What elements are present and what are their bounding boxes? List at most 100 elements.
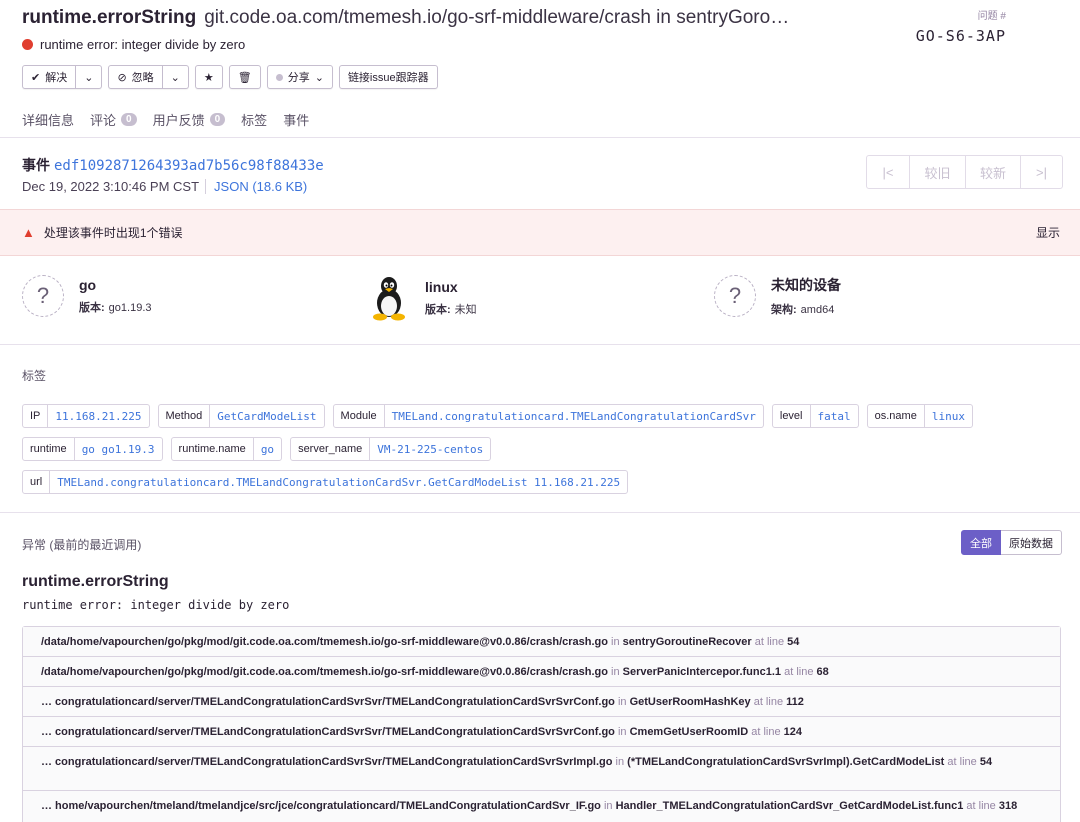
stack-frame[interactable]: … congratulationcard/server/TMELandCongr… [23,687,1060,717]
tab-details[interactable]: 详细信息 [22,110,74,129]
issue-number[interactable]: GO-S6-3AP [916,27,1006,45]
tab-label: 标签 [241,110,267,129]
tab-label: 评论 [90,110,116,129]
resolve-dropdown-button[interactable]: ⌄ [76,65,102,89]
tab-events[interactable]: 事件 [283,110,309,129]
frame-function: Handler_TMELandCongratulationCardSvr_Get… [616,800,964,812]
newer-event-button[interactable]: 较新 [966,156,1021,188]
frame-at: at line [751,726,780,738]
stack-frame[interactable]: /data/home/vapourchen/go/pkg/mod/git.cod… [23,627,1060,657]
tag-value[interactable]: GetCardModeList [210,405,323,427]
context-name: go [79,277,152,293]
tag-value[interactable]: go [254,438,281,460]
tab-label: 详细信息 [22,110,74,129]
question-icon: ? [22,275,64,317]
tag-server-name[interactable]: server_nameVM-21-225-centos [290,437,491,461]
resolve-button-group: ✔ 解决 ⌄ [22,65,102,89]
tag-key: Method [159,405,211,427]
link-issue-tracker-button[interactable]: 链接issue跟踪器 [339,65,438,89]
tag-runtime-name[interactable]: runtime.namego [171,437,283,461]
older-event-button[interactable]: 较旧 [910,156,966,188]
processing-error-text: 处理该事件时出现1个错误 [44,224,183,241]
frame-function: ServerPanicIntercepor.func1.1 [623,666,781,678]
event-date: Dec 19, 2022 3:10:46 PM CST [22,179,199,194]
issue-number-label: 问题 # [978,7,1006,22]
processing-error-banner: ▲ 处理该事件时出现1个错误 显示 [0,209,1080,256]
frame-file: /data/home/vapourchen/go/pkg/mod/git.cod… [41,636,608,648]
frame-in: in [611,666,620,678]
tag-key: url [23,471,50,493]
frame-line: 318 [999,800,1017,812]
view-raw-button[interactable]: 原始数据 [1001,530,1062,555]
resolve-label: 解决 [45,69,67,85]
tab-comments[interactable]: 评论0 [90,110,137,129]
bookmark-button[interactable]: ★ [195,65,223,89]
tag-value[interactable]: TMELand.congratulationcard.TMELandCongra… [385,405,763,427]
ignore-dropdown-button[interactable]: ⌄ [163,65,189,89]
check-icon: ✔ [31,71,40,84]
tag-value[interactable]: go go1.19.3 [75,438,162,460]
tag-value[interactable]: 11.168.21.225 [48,405,148,427]
tag-key: level [773,405,811,427]
tags-section-label: 标签 [22,367,46,384]
event-info: 事件edf1092871264393ad7b56c98f88433e Dec 1… [22,155,324,194]
frame-line: 112 [786,696,804,708]
context-key: 版本: [79,302,105,314]
first-event-button[interactable]: |< [867,156,910,188]
stack-frame[interactable]: /data/home/vapourchen/go/pkg/mod/git.cod… [23,657,1060,687]
tag-list: IP11.168.21.225 MethodGetCardModeList Mo… [22,404,1062,494]
divider [0,344,1080,345]
tag-runtime[interactable]: runtimego go1.19.3 [22,437,163,461]
count-badge: 0 [210,113,226,126]
view-all-button[interactable]: 全部 [961,530,1001,555]
tab-tags[interactable]: 标签 [241,110,267,129]
stack-frame[interactable]: … congratulationcard/server/TMELandCongr… [23,717,1060,747]
tag-key: runtime.name [172,438,254,460]
tag-os-name[interactable]: os.namelinux [867,404,973,428]
context-key: 架构: [771,304,797,316]
context-version: 版本:未知 [425,301,477,317]
tag-level[interactable]: levelfatal [772,404,859,428]
context-value: go1.19.3 [109,302,152,314]
tag-key: os.name [868,405,925,427]
tag-key: Module [334,405,385,427]
delete-button[interactable]: 🗑 [229,65,261,89]
exception-type: runtime.errorString [22,573,169,591]
chevron-down-icon: ⌄ [171,71,180,84]
last-event-button[interactable]: >| [1021,156,1062,188]
resolve-button[interactable]: ✔ 解决 [22,65,76,89]
stack-frame[interactable]: … congratulationcard/server/TMELandCongr… [23,747,1060,791]
json-link[interactable]: JSON (18.6 KB) [205,179,307,194]
frame-function: sentryGoroutineRecover [623,636,752,648]
event-pager: |< 较旧 较新 >| [866,155,1063,189]
tag-value[interactable]: linux [925,405,972,427]
tag-value[interactable]: VM-21-225-centos [370,438,490,460]
action-bar: ✔ 解决 ⌄ ⊘ 忽略 ⌄ ★ 🗑 分享 ⌄ [22,65,1080,89]
context-device: ? 未知的设备 架构:amd64 [714,275,841,317]
tag-ip[interactable]: IP11.168.21.225 [22,404,150,428]
tag-module[interactable]: ModuleTMELand.congratulationcard.TMELand… [333,404,764,428]
frame-function: CmemGetUserRoomID [630,726,749,738]
share-label: 分享 [288,69,310,85]
stack-frame[interactable]: … home/vapourchen/tmeland/tmelandjce/src… [23,791,1060,822]
ignore-button-group: ⊘ 忽略 ⌄ [108,65,188,89]
event-id-link[interactable]: edf1092871264393ad7b56c98f88433e [54,158,324,174]
show-errors-button[interactable]: 显示 [1036,224,1060,241]
stacktrace-view-toggle: 全部 原始数据 [961,530,1062,555]
chevron-down-icon: ⌄ [84,71,93,84]
context-version: 架构:amd64 [771,301,841,317]
context-name: linux [425,279,477,295]
share-button[interactable]: 分享 ⌄ [267,65,333,89]
ignore-label: 忽略 [132,69,154,85]
issue-header: runtime.errorString git.code.oa.com/tmem… [22,7,1080,131]
tag-value[interactable]: fatal [811,405,858,427]
ignore-button[interactable]: ⊘ 忽略 [108,65,162,89]
tag-value[interactable]: TMELand.congratulationcard.TMELandCongra… [50,471,627,493]
question-icon: ? [714,275,756,317]
frame-at: at line [966,800,995,812]
frame-in: in [604,800,613,812]
tag-method[interactable]: MethodGetCardModeList [158,404,325,428]
tag-url[interactable]: urlTMELand.congratulationcard.TMELandCon… [22,470,628,494]
tab-user-feedback[interactable]: 用户反馈0 [153,110,226,129]
frame-at: at line [947,756,976,768]
